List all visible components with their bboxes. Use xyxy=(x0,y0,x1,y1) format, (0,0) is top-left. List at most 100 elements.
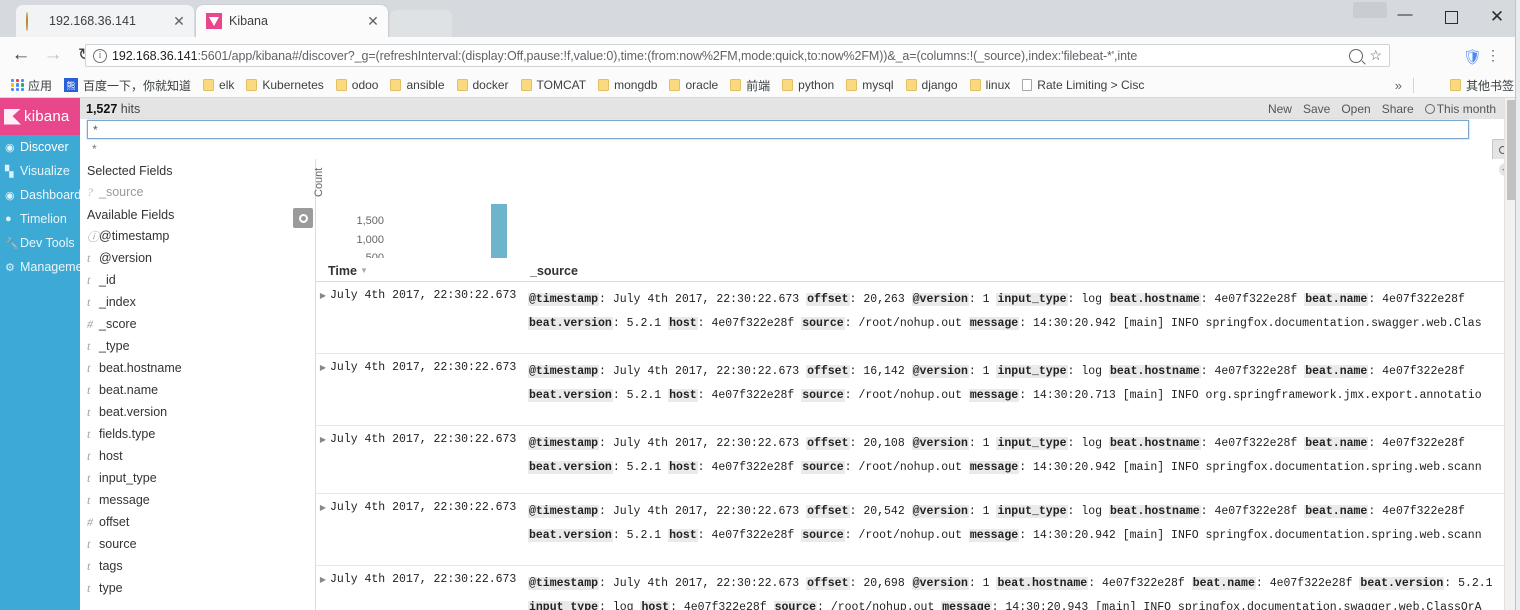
table-row[interactable]: ▶ July 4th 2017, 22:30:22.673 @timestamp… xyxy=(316,566,1520,610)
field-item-beat-hostname[interactable]: t beat.hostname xyxy=(80,357,315,379)
omnibox-actions: ☆ xyxy=(1349,47,1385,64)
bookmark-frontend[interactable]: 前端 xyxy=(724,74,776,96)
bookmark-django[interactable]: django xyxy=(900,74,964,96)
field-item-source-field[interactable]: t source xyxy=(80,533,315,555)
time-picker-button[interactable]: This month xyxy=(1424,102,1496,116)
field-key: host xyxy=(668,389,698,402)
star-icon[interactable]: ☆ xyxy=(1369,47,1382,64)
field-type-icon: t xyxy=(87,492,91,507)
close-icon[interactable]: ✕ xyxy=(364,12,382,30)
save-button[interactable]: Save xyxy=(1303,102,1330,116)
open-button[interactable]: Open xyxy=(1341,102,1370,116)
field-value: 20,108 xyxy=(863,437,905,450)
field-item-id[interactable]: t _id xyxy=(80,269,315,291)
field-key: message xyxy=(968,461,1020,474)
bookmark-docker[interactable]: docker xyxy=(451,74,515,96)
cell-time: July 4th 2017, 22:30:22.673 xyxy=(330,433,517,446)
bookmark-mongdb[interactable]: mongdb xyxy=(592,74,663,96)
field-value: log xyxy=(1081,437,1103,450)
bookmark-tomcat[interactable]: TOMCAT xyxy=(515,74,593,96)
sidebar-item-discover[interactable]: ◉ Discover xyxy=(0,135,80,159)
bookmark-ansible[interactable]: ansible xyxy=(384,74,450,96)
sidebar-item-management[interactable]: ⚙ Management xyxy=(0,255,93,279)
browser-tab-1[interactable]: 192.168.36.141 ✕ xyxy=(16,5,194,37)
chart-plot-area[interactable] xyxy=(408,119,1508,279)
bookmark-linux[interactable]: linux xyxy=(964,74,1017,96)
apps-shortcut[interactable]: 应用 xyxy=(5,74,58,96)
field-item-index[interactable]: t _index xyxy=(80,291,315,313)
column-header-time[interactable]: Time ▼ xyxy=(316,264,528,278)
zoom-icon[interactable] xyxy=(1349,48,1364,63)
field-value: 4e07f322e28f xyxy=(683,601,767,610)
minimize-button[interactable]: — xyxy=(1382,0,1428,34)
bookmark-rate-limiting[interactable]: Rate Limiting > Cisc xyxy=(1016,74,1150,96)
field-type-icon: t xyxy=(87,250,91,265)
field-type-icon: # xyxy=(87,514,93,529)
sort-caret-icon[interactable]: ▼ xyxy=(360,266,368,275)
back-icon[interactable]: ← xyxy=(7,41,35,69)
close-icon[interactable]: ✕ xyxy=(170,12,188,30)
maximize-button[interactable] xyxy=(1428,0,1474,34)
cell-time: July 4th 2017, 22:30:22.673 xyxy=(330,289,517,302)
expand-row-icon[interactable]: ▶ xyxy=(316,500,330,512)
bookmark-python[interactable]: python xyxy=(776,74,840,96)
bookmark-elk[interactable]: elk xyxy=(197,74,240,96)
source-line-1: @timestamp: July 4th 2017, 22:30:22.673 … xyxy=(528,365,1465,378)
browser-tab-2[interactable]: Kibana ✕ xyxy=(196,5,388,37)
field-item-score[interactable]: # _score xyxy=(80,313,315,335)
sidebar-item-visualize[interactable]: ▚ Visualize xyxy=(0,159,80,183)
bookmark-mysql[interactable]: mysql xyxy=(840,74,899,96)
browser-menu-icon[interactable]: ⋮ xyxy=(1486,47,1500,64)
index-pattern-settings-button[interactable] xyxy=(293,208,313,228)
bookmark-odoo[interactable]: odoo xyxy=(330,74,385,96)
address-bar[interactable]: i 192.168.36.141:5601/app/kibana#/discov… xyxy=(85,44,1390,67)
new-button[interactable]: New xyxy=(1268,102,1292,116)
baidu-icon: 熊 xyxy=(64,78,79,92)
info-circle-icon[interactable]: i xyxy=(93,48,107,63)
close-window-button[interactable]: ✕ xyxy=(1474,0,1520,34)
expand-row-icon[interactable]: ▶ xyxy=(316,288,330,300)
column-header-source[interactable]: _source xyxy=(528,264,578,278)
sidebar-item-timelion[interactable]: ● Timelion xyxy=(0,207,80,231)
kibana-logo[interactable]: kibana xyxy=(0,98,80,135)
bookmark-baidu[interactable]: 熊 百度一下，你就知道 xyxy=(58,74,197,96)
forward-icon[interactable]: → xyxy=(39,41,67,69)
window-frame-edge xyxy=(1515,0,1520,610)
table-row[interactable]: ▶ July 4th 2017, 22:30:22.673 @timestamp… xyxy=(316,354,1520,426)
field-item-beat-version[interactable]: t beat.version xyxy=(80,401,315,423)
field-key: source xyxy=(801,389,845,402)
field-item-version[interactable]: t @version xyxy=(80,247,315,269)
field-item-tags[interactable]: t tags xyxy=(80,555,315,577)
field-item-host[interactable]: t host xyxy=(80,445,315,467)
folder-icon xyxy=(846,79,858,91)
bookmark-oracle[interactable]: oracle xyxy=(663,74,724,96)
shield-icon[interactable]: 🛡 xyxy=(1463,48,1482,66)
table-row[interactable]: ▶ July 4th 2017, 22:30:22.673 @timestamp… xyxy=(316,282,1520,354)
sidebar-item-dev-tools[interactable]: 🔧 Dev Tools xyxy=(0,231,80,255)
sidebar-item-dashboard[interactable]: ◉ Dashboard xyxy=(0,183,81,207)
field-item-timestamp[interactable]: ⓘ @timestamp xyxy=(80,225,315,247)
field-key: @version xyxy=(911,293,969,306)
bookmarks-overflow-button[interactable]: » xyxy=(1395,78,1402,93)
wrench-icon: 🔧 xyxy=(5,237,19,250)
expand-row-icon[interactable]: ▶ xyxy=(316,572,330,584)
field-item-type-field[interactable]: t type xyxy=(80,577,315,599)
field-item-fields-type[interactable]: t fields.type xyxy=(80,423,315,445)
new-tab-button[interactable] xyxy=(390,10,452,37)
field-value: log xyxy=(1081,293,1103,306)
table-row[interactable]: ▶ July 4th 2017, 22:30:22.673 @timestamp… xyxy=(316,494,1520,566)
bookmark-kubernetes[interactable]: Kubernetes xyxy=(240,74,329,96)
field-item-type[interactable]: t _type xyxy=(80,335,315,357)
expand-row-icon[interactable]: ▶ xyxy=(316,360,330,372)
cell-time: July 4th 2017, 22:30:22.673 xyxy=(330,573,517,586)
table-row[interactable]: ▶ July 4th 2017, 22:30:22.673 @timestamp… xyxy=(316,426,1520,494)
field-item-input-type[interactable]: t input_type xyxy=(80,467,315,489)
field-item-message[interactable]: t message xyxy=(80,489,315,511)
share-button[interactable]: Share xyxy=(1382,102,1414,116)
field-item-source[interactable]: ? _source xyxy=(80,181,315,203)
field-item-beat-name[interactable]: t beat.name xyxy=(80,379,315,401)
expand-row-icon[interactable]: ▶ xyxy=(316,432,330,444)
other-bookmarks-button[interactable]: 其他书签 xyxy=(1449,77,1514,94)
kibana-logo-text: kibana xyxy=(24,108,70,125)
field-item-offset[interactable]: # offset xyxy=(80,511,315,533)
